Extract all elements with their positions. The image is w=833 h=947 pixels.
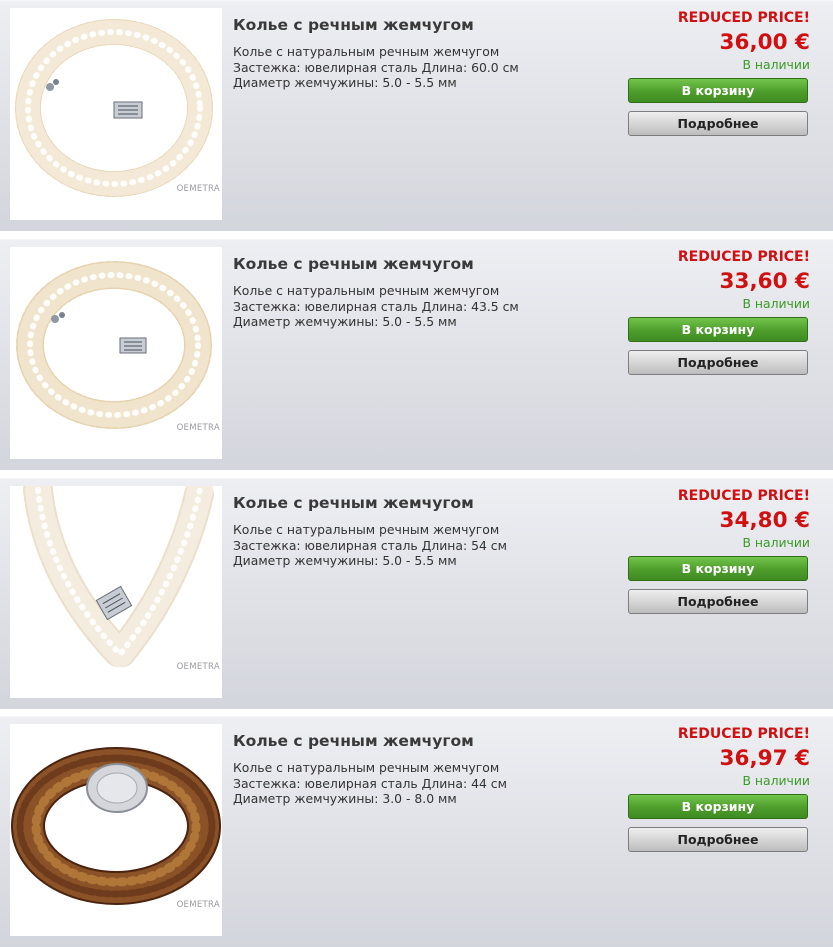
stock-status: В наличии xyxy=(742,773,810,788)
stock-status: В наличии xyxy=(742,535,810,550)
reduced-price-badge: REDUCED PRICE! xyxy=(677,488,810,504)
product-description: Колье с натуральным речным жемчугом Заст… xyxy=(233,44,613,91)
description-line: Застежка: ювелирная сталь Длина: 60.0 см xyxy=(233,59,519,75)
details-button[interactable]: Подробнее xyxy=(628,111,808,136)
product-list: OEMETRA Колье с речным жемчугом Колье с … xyxy=(0,0,833,947)
add-to-cart-button[interactable]: В корзину xyxy=(628,317,808,342)
description-line: Застежка: ювелирная сталь Длина: 54 см xyxy=(233,537,507,553)
product-description: Колье с натуральным речным жемчугом Заст… xyxy=(233,760,613,807)
product-title[interactable]: Колье с речным жемчугом xyxy=(233,16,474,34)
product-image[interactable]: OEMETRA xyxy=(10,8,222,220)
details-button[interactable]: Подробнее xyxy=(628,589,808,614)
product-image[interactable]: OEMETRA xyxy=(10,724,222,936)
product-card: OEMETRA Колье с речным жемчугом Колье с … xyxy=(0,0,833,231)
product-title[interactable]: Колье с речным жемчугом xyxy=(233,255,474,273)
description-line: Диаметр жемчужины: 5.0 - 5.5 мм xyxy=(233,314,457,329)
add-to-cart-button[interactable]: В корзину xyxy=(628,794,808,819)
product-image[interactable]: OEMETRA xyxy=(10,486,222,698)
stock-status: В наличии xyxy=(742,296,810,311)
reduced-price-badge: REDUCED PRICE! xyxy=(677,249,810,265)
add-to-cart-button[interactable]: В корзину xyxy=(628,78,808,103)
product-card: OEMETRA Колье с речным жемчугом Колье с … xyxy=(0,478,833,709)
description-line: Колье с натуральным речным жемчугом xyxy=(233,522,500,537)
product-image[interactable]: OEMETRA xyxy=(10,247,222,459)
description-line: Колье с натуральным речным жемчугом xyxy=(233,44,500,59)
description-line: Колье с натуральным речным жемчугом xyxy=(233,283,500,298)
add-to-cart-button[interactable]: В корзину xyxy=(628,556,808,581)
image-watermark: OEMETRA xyxy=(176,423,220,433)
description-line: Диаметр жемчужины: 5.0 - 5.5 мм xyxy=(233,553,457,568)
product-title[interactable]: Колье с речным жемчугом xyxy=(233,494,474,512)
details-button[interactable]: Подробнее xyxy=(628,827,808,852)
description-line: Колье с натуральным речным жемчугом xyxy=(233,760,500,775)
reduced-price-badge: REDUCED PRICE! xyxy=(677,726,810,742)
stock-status: В наличии xyxy=(742,57,810,72)
image-watermark: OEMETRA xyxy=(176,900,220,910)
product-title[interactable]: Колье с речным жемчугом xyxy=(233,732,474,750)
product-price: 34,80 € xyxy=(719,508,810,533)
description-line: Диаметр жемчужины: 5.0 - 5.5 мм xyxy=(233,75,457,90)
description-line: Застежка: ювелирная сталь Длина: 43.5 см xyxy=(233,298,519,314)
product-card: OEMETRA Колье с речным жемчугом Колье с … xyxy=(0,716,833,947)
description-line: Застежка: ювелирная сталь Длина: 44 см xyxy=(233,775,507,791)
image-watermark: OEMETRA xyxy=(176,184,220,194)
details-button[interactable]: Подробнее xyxy=(628,350,808,375)
product-price: 36,00 € xyxy=(719,30,810,55)
reduced-price-badge: REDUCED PRICE! xyxy=(677,10,810,26)
product-description: Колье с натуральным речным жемчугом Заст… xyxy=(233,283,613,330)
product-card: OEMETRA Колье с речным жемчугом Колье с … xyxy=(0,239,833,470)
description-line: Диаметр жемчужины: 3.0 - 8.0 мм xyxy=(233,791,457,806)
product-description: Колье с натуральным речным жемчугом Заст… xyxy=(233,522,613,569)
product-price: 33,60 € xyxy=(719,269,810,294)
image-watermark: OEMETRA xyxy=(176,662,220,672)
product-price: 36,97 € xyxy=(719,746,810,771)
